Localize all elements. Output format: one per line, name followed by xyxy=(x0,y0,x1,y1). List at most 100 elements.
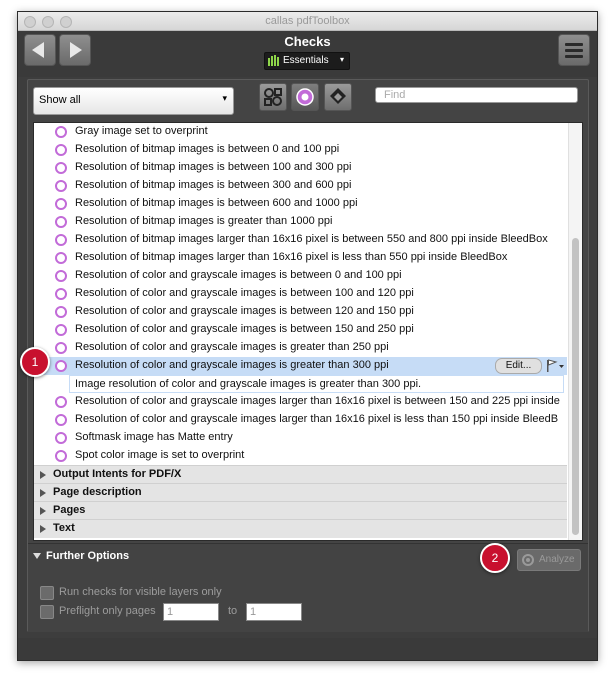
check-item[interactable]: Resolution of bitmap images is greater t… xyxy=(34,213,567,231)
profile-label: Essentials xyxy=(283,55,329,66)
check-item-label: Resolution of color and grayscale images… xyxy=(75,359,389,371)
scrollbar[interactable] xyxy=(568,123,582,540)
check-circle-icon xyxy=(55,360,67,372)
disclosure-triangle-icon[interactable] xyxy=(40,471,46,479)
callout-badge-2: 2 xyxy=(480,543,510,573)
view-fixups-button[interactable] xyxy=(259,83,287,111)
preflight-pages-checkbox[interactable] xyxy=(40,605,54,619)
view-checks-button[interactable] xyxy=(291,83,319,111)
category-row[interactable]: Page description xyxy=(34,483,567,502)
check-circle-icon xyxy=(55,216,67,228)
profile-selector[interactable]: Essentials ▾ xyxy=(264,52,350,70)
check-item[interactable]: Resolution of bitmap images is between 0… xyxy=(34,141,567,159)
scrollbar-thumb[interactable] xyxy=(572,238,579,535)
disclosure-triangle-icon[interactable] xyxy=(40,525,46,533)
check-item-label: Resolution of bitmap images larger than … xyxy=(75,251,508,263)
analyze-label: Analyze xyxy=(539,554,575,565)
to-page-input[interactable]: 1 xyxy=(246,603,302,621)
analyze-button[interactable]: Analyze xyxy=(517,549,581,571)
check-item[interactable]: Resolution of color and grayscale images… xyxy=(34,285,567,303)
check-description-text: Image resolution of color and grayscale … xyxy=(75,378,422,390)
check-circle-icon xyxy=(55,342,67,354)
window-title: callas pdfToolbox xyxy=(265,15,350,27)
view-profiles-button[interactable] xyxy=(324,83,352,111)
check-item-label: Resolution of color and grayscale images… xyxy=(75,305,414,317)
edit-button[interactable]: Edit... xyxy=(495,358,542,374)
check-circle-icon xyxy=(55,324,67,336)
check-item[interactable]: Resolution of color and grayscale images… xyxy=(34,339,567,357)
check-item-label: Resolution of bitmap images is between 3… xyxy=(75,179,352,191)
check-item[interactable]: Spot color image is set to overprint xyxy=(34,447,567,465)
check-item-label: Resolution of color and grayscale images… xyxy=(75,341,389,353)
check-circle-icon xyxy=(55,270,67,282)
check-item-selected[interactable]: Resolution of color and grayscale images… xyxy=(34,357,567,375)
fixup-nodes-icon xyxy=(264,88,282,106)
category-row[interactable]: Pages xyxy=(34,501,567,520)
flag-icon xyxy=(547,359,564,372)
check-item[interactable]: Gray image set to overprint xyxy=(34,123,567,141)
category-label: Text xyxy=(53,522,75,534)
check-circle-icon xyxy=(296,88,314,106)
further-options-toggle[interactable]: Further Options xyxy=(46,550,129,562)
visible-layers-label: Run checks for visible layers only xyxy=(59,586,222,598)
menu-button[interactable] xyxy=(558,34,590,66)
check-item-label: Spot color image is set to overprint xyxy=(75,449,245,461)
profile-diamond-icon xyxy=(330,88,346,104)
check-circle-icon xyxy=(55,414,67,426)
check-item-label: Resolution of color and grayscale images… xyxy=(75,287,414,299)
filter-selected-value: Show all xyxy=(39,94,81,106)
check-item[interactable]: Resolution of bitmap images is between 3… xyxy=(34,177,567,195)
check-item[interactable]: Resolution of bitmap images is between 1… xyxy=(34,159,567,177)
page-title: Checks xyxy=(284,34,331,49)
preflight-pages-label: Preflight only pages xyxy=(59,605,156,617)
check-item[interactable]: Resolution of color and grayscale images… xyxy=(34,267,567,285)
filter-select[interactable]: Show all ▾ xyxy=(33,87,234,115)
disclosure-triangle-icon[interactable] xyxy=(40,489,46,497)
check-circle-icon xyxy=(55,450,67,462)
status-bar xyxy=(18,638,597,660)
check-circle-icon xyxy=(55,252,67,264)
check-item[interactable]: Resolution of color and grayscale images… xyxy=(34,393,567,411)
to-label: to xyxy=(228,605,238,617)
profile-bars-icon xyxy=(268,55,279,66)
check-item-label: Resolution of bitmap images larger than … xyxy=(75,233,548,245)
category-row[interactable]: Text xyxy=(34,519,567,538)
disclosure-triangle-icon[interactable] xyxy=(40,507,46,515)
check-item-label: Resolution of bitmap images is between 6… xyxy=(75,197,358,209)
checks-list: Gray image set to overprint Resolution of… xyxy=(33,122,583,541)
check-circle-icon xyxy=(55,198,67,210)
chevron-down-icon: ▾ xyxy=(339,55,344,64)
check-circle-icon xyxy=(55,126,67,138)
flag-menu-button[interactable] xyxy=(545,359,565,373)
check-circle-icon xyxy=(55,180,67,192)
check-item-label: Resolution of color and grayscale images… xyxy=(75,323,414,335)
chevron-down-icon: ▾ xyxy=(222,93,227,103)
disclosure-triangle-icon[interactable] xyxy=(33,553,41,559)
check-item-label: Resolution of bitmap images is between 0… xyxy=(75,143,340,155)
check-item[interactable]: Resolution of bitmap images is between 6… xyxy=(34,195,567,213)
check-circle-icon xyxy=(55,432,67,444)
check-item-label: Softmask image has Matte entry xyxy=(75,431,233,443)
category-label: Pages xyxy=(53,504,86,516)
visible-layers-checkbox[interactable] xyxy=(40,586,54,600)
check-item[interactable]: Softmask image has Matte entry xyxy=(34,429,567,447)
check-description: Image resolution of color and grayscale … xyxy=(69,375,564,393)
check-item-label: Resolution of color and grayscale images… xyxy=(75,413,559,425)
category-row[interactable]: Output Intents for PDF/X xyxy=(34,465,567,484)
check-item-label: Resolution of color and grayscale images… xyxy=(75,395,560,407)
check-item-label: Resolution of bitmap images is greater t… xyxy=(75,215,333,227)
check-item[interactable]: Resolution of color and grayscale images… xyxy=(34,303,567,321)
from-page-input[interactable]: 1 xyxy=(163,603,219,621)
check-circle-icon xyxy=(55,288,67,300)
search-input[interactable]: Find xyxy=(375,87,578,103)
check-item[interactable]: Resolution of color and grayscale images… xyxy=(34,411,567,429)
check-item[interactable]: Resolution of bitmap images larger than … xyxy=(34,231,567,249)
check-item[interactable]: Resolution of color and grayscale images… xyxy=(34,321,567,339)
check-circle-icon xyxy=(55,306,67,318)
check-item[interactable]: Resolution of bitmap images larger than … xyxy=(34,249,567,267)
toolbar: Checks Essentials ▾ xyxy=(18,31,597,77)
check-circle-icon xyxy=(55,162,67,174)
check-circle-icon xyxy=(55,234,67,246)
check-item-label: Resolution of color and grayscale images… xyxy=(75,269,402,281)
category-label: Page description xyxy=(53,486,142,498)
